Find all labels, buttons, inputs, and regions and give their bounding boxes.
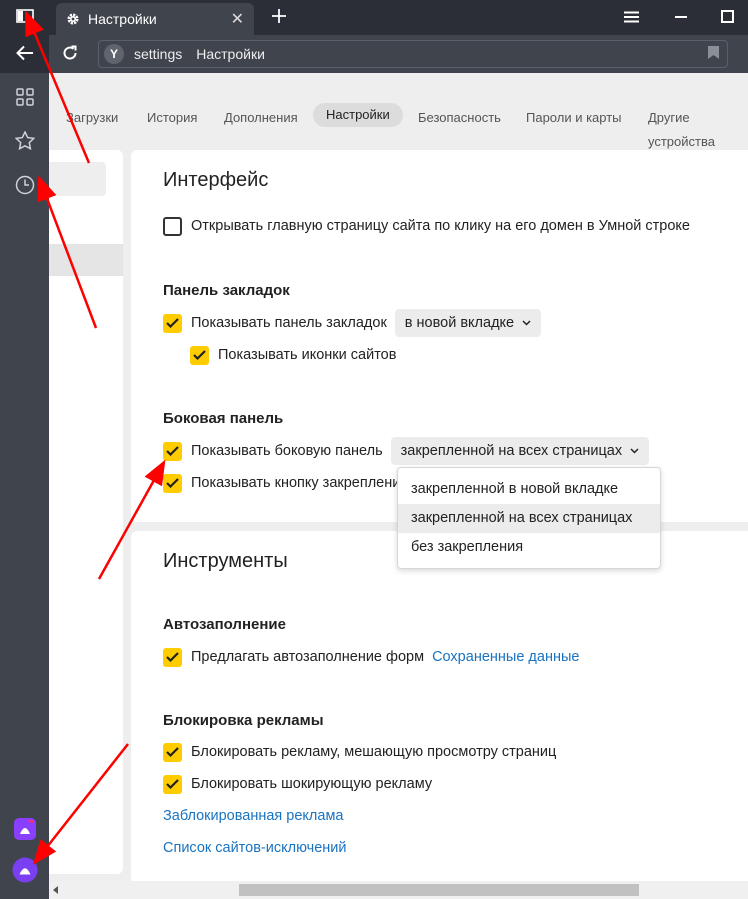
dropdown-option-all-pages[interactable]: закрепленной на всех страницах [398,504,660,533]
block-annoying-ads-label: Блокировать рекламу, мешающую просмотру … [191,744,557,760]
adblock-heading: Блокировка рекламы [163,712,324,729]
address-page-title: Настройки [196,46,265,62]
apps-grid-icon [16,87,34,109]
alice-button[interactable] [12,857,38,886]
sidebar-toggle-button[interactable] [0,0,49,35]
yandex-logo-icon: Y [104,44,124,64]
dropdown-option-unpinned[interactable]: без закрепления [398,533,660,562]
sidebar-mode-select[interactable]: закрепленной на всех страницах [390,437,650,465]
checkbox-checked[interactable] [163,473,182,493]
reload-icon [62,45,78,64]
browser-tab[interactable]: Настройки ✕ [56,3,254,35]
tab-passwords[interactable]: Пароли и карты [526,106,622,130]
checkbox-checked[interactable] [163,647,182,667]
sidebar-heading: Боковая панель [163,410,284,427]
alice-app-button[interactable] [12,817,38,843]
sidebar-toggle-icon [15,9,34,26]
checkbox-checked[interactable] [163,742,182,762]
checkbox-checked[interactable] [163,774,182,794]
star-icon [14,130,36,153]
horizontal-scrollbar[interactable] [49,881,748,899]
title-bar: Настройки ✕ [0,0,748,35]
exceptions-list-link[interactable]: Список сайтов-исключений [163,840,346,856]
bookmarks-mode-select[interactable]: в новой вкладке [394,309,542,337]
tab-extensions[interactable]: Дополнения [224,106,298,130]
chevron-down-icon [522,320,531,326]
checkbox-checked[interactable] [163,313,182,333]
hamburger-menu-icon [623,10,639,26]
maximize-button[interactable] [704,0,748,35]
show-bookmarks-label: Показывать панель закладок [191,315,387,331]
checkbox-unchecked[interactable] [163,216,182,236]
bookmarks-mode-value: в новой вкладке [404,315,515,331]
address-host: settings [134,46,183,62]
browser-sidebar [0,73,49,899]
plus-icon [271,8,287,27]
new-tab-button[interactable] [266,3,292,31]
reload-button[interactable] [57,42,83,66]
settings-search-input[interactable] [49,162,106,196]
saved-data-link[interactable]: Сохраненные данные [432,649,579,665]
menu-button[interactable] [608,0,654,35]
alice-icon [12,857,38,886]
show-pin-button-option[interactable]: Показывать кнопку закреплени [163,471,400,495]
gear-icon [66,12,80,26]
apps-button[interactable] [12,85,38,111]
sidebar-mode-dropdown: закрепленной в новой вкладке закрепленно… [397,467,661,569]
autofill-label: Предлагать автозаполнение форм [191,649,425,665]
history-button[interactable] [12,173,38,199]
settings-sections-panel [49,150,123,874]
tab-title: Настройки [88,11,157,27]
block-shocking-ads-label: Блокировать шокирующую рекламу [191,776,433,792]
open-homepage-option[interactable]: Открывать главную страницу сайта по клик… [163,214,690,238]
back-button[interactable] [0,35,49,73]
back-arrow-icon [15,45,34,64]
show-site-icons-option[interactable]: Показывать иконки сайтов [190,343,396,367]
dropdown-option-new-tab[interactable]: закрепленной в новой вкладке [398,475,660,504]
alice-app-icon [13,817,37,844]
bookmarks-heading: Панель закладок [163,282,290,299]
autofill-heading: Автозаполнение [163,616,286,633]
tab-close-button[interactable]: ✕ [231,9,244,29]
block-shocking-ads-option[interactable]: Блокировать шокирующую рекламу [163,772,432,796]
checkbox-checked[interactable] [163,441,182,461]
tools-card: Инструменты Автозаполнение Предлагать ав… [131,531,748,885]
scroll-left-icon[interactable] [51,885,61,895]
tab-history[interactable]: История [147,106,197,130]
clock-icon [15,175,35,198]
minimize-icon [675,10,687,26]
maximize-icon [720,9,734,26]
favorites-button[interactable] [12,129,38,155]
checkbox-checked[interactable] [190,345,209,365]
show-bookmarks-option[interactable]: Показывать панель закладок в новой вклад… [163,309,542,337]
tab-security[interactable]: Безопасность [418,106,501,130]
address-bar[interactable]: Y settings Настройки [98,40,728,68]
sidebar-mode-value: закрепленной на всех страницах [400,443,623,459]
show-sidebar-option[interactable]: Показывать боковую панель закрепленной н… [163,437,650,465]
autofill-option[interactable]: Предлагать автозаполнение форм Сохраненн… [163,645,579,669]
chevron-down-icon [630,448,639,454]
tab-downloads[interactable]: Загрузки [66,106,118,130]
bookmark-icon[interactable] [708,46,719,62]
minimize-button[interactable] [658,0,704,35]
section-item-selected[interactable] [49,244,123,276]
show-site-icons-label: Показывать иконки сайтов [218,347,397,363]
show-pin-button-label: Показывать кнопку закреплени [191,475,401,491]
tab-settings[interactable]: Настройки [313,103,403,127]
blocked-ads-link[interactable]: Заблокированная реклама [163,808,344,824]
block-annoying-ads-option[interactable]: Блокировать рекламу, мешающую просмотру … [163,740,556,764]
tools-title: Инструменты [163,550,288,572]
interface-title: Интерфейс [163,169,269,191]
tab-other-devices[interactable]: Другие устройства [648,106,748,149]
open-homepage-label: Открывать главную страницу сайта по клик… [191,218,690,234]
show-sidebar-label: Показывать боковую панель [191,443,383,459]
scrollbar-thumb[interactable] [239,884,639,896]
